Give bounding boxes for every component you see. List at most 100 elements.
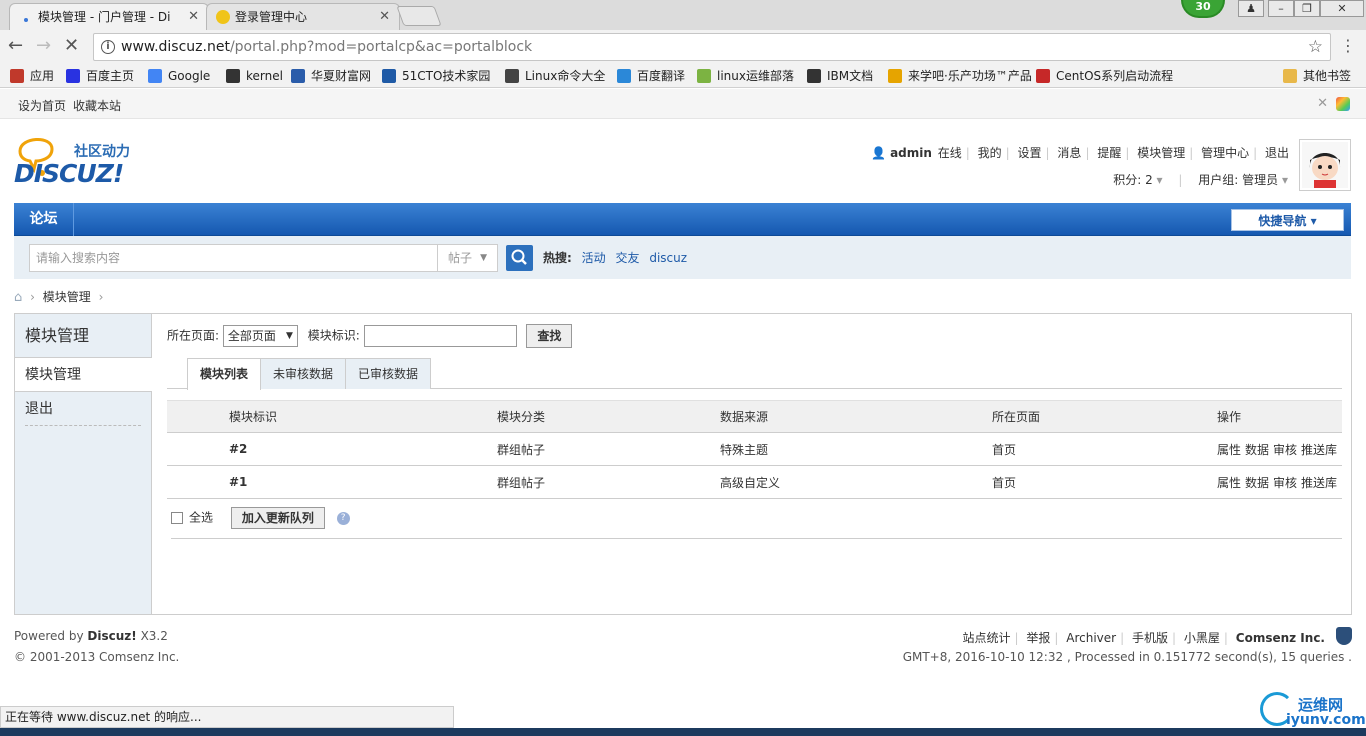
report-link[interactable]: 举报 xyxy=(1026,631,1050,645)
mobile-link[interactable]: 手机版 xyxy=(1132,631,1168,645)
close-window-icon[interactable]: ✕ xyxy=(1320,0,1364,17)
push-library-link[interactable]: 推送库 xyxy=(1301,476,1337,490)
block-manage-link[interactable]: 模块管理 xyxy=(1137,146,1185,160)
collapse-icon[interactable]: ✕ xyxy=(1317,96,1328,111)
bookmark-item[interactable]: 华夏财富网 xyxy=(291,68,371,84)
bookmark-item[interactable]: IBM文档 xyxy=(807,68,873,84)
discuz-favicon-icon xyxy=(216,10,230,24)
search-input[interactable]: 请输入搜索内容 xyxy=(29,244,438,272)
user-icon: 👤 xyxy=(871,146,887,160)
block-id-input[interactable] xyxy=(363,325,517,347)
site-info-icon[interactable]: i xyxy=(101,40,115,54)
bookmark-star-icon[interactable]: ☆ xyxy=(1308,34,1323,60)
sidebar-item-block-manage[interactable]: 模块管理 xyxy=(15,358,152,392)
points-dropdown[interactable]: 积分: 2 xyxy=(1113,173,1153,187)
browser-tab-inactive[interactable]: 登录管理中心 ✕ xyxy=(206,3,400,30)
menu-icon[interactable]: ⋮ xyxy=(1340,36,1356,56)
page-select[interactable]: 全部页面 xyxy=(222,325,298,347)
search-button[interactable] xyxy=(506,245,533,271)
review-link[interactable]: 审核 xyxy=(1273,443,1297,457)
search-bar: 请输入搜索内容 帖子 ▼ 热搜: 活动 交友 discuz xyxy=(14,236,1351,279)
bookmark-item[interactable]: 应用 xyxy=(10,68,54,84)
properties-link[interactable]: 属性 xyxy=(1217,476,1241,490)
tab-block-list[interactable]: 模块列表 xyxy=(187,358,262,390)
bookmark-item[interactable]: 百度翻译 xyxy=(617,68,685,84)
caret-down-icon: ▼ xyxy=(480,253,487,263)
folder-icon xyxy=(1283,69,1297,83)
browser-tab-active[interactable]: 模块管理 - 门户管理 - Di ✕ xyxy=(9,3,209,30)
admin-center-link[interactable]: 管理中心 xyxy=(1201,146,1249,160)
block-id: #2 xyxy=(229,432,497,466)
help-icon[interactable]: ? xyxy=(336,511,350,525)
new-tab-button[interactable] xyxy=(396,6,442,26)
avatar[interactable] xyxy=(1299,139,1351,191)
review-link[interactable]: 审核 xyxy=(1273,476,1297,490)
properties-link[interactable]: 属性 xyxy=(1217,443,1241,457)
back-arrow-icon[interactable]: ← xyxy=(8,36,23,56)
set-home-link[interactable]: 设为首页 xyxy=(18,97,66,114)
bookmark-item[interactable]: 百度主页 xyxy=(66,68,134,84)
select-all-label: 全选 xyxy=(189,510,214,525)
tab-reviewed[interactable]: 已审核数据 xyxy=(345,358,432,389)
site-topbar: 设为首页 收藏本站 ✕ xyxy=(0,89,1366,119)
profile-icon[interactable]: ♟ xyxy=(1238,0,1264,17)
logo-wordmark: DISCUZ! xyxy=(14,159,124,188)
sidebar-item-logout[interactable]: 退出 xyxy=(25,392,141,426)
bookmark-item[interactable]: kernel xyxy=(226,68,283,84)
logout-link[interactable]: 退出 xyxy=(1265,146,1289,160)
stop-loading-icon[interactable]: ✕ xyxy=(64,36,79,56)
data-link[interactable]: 数据 xyxy=(1245,476,1269,490)
bookmark-site-link[interactable]: 收藏本站 xyxy=(73,97,121,114)
security-shield-icon[interactable] xyxy=(1336,627,1352,645)
style-switch-icon[interactable] xyxy=(1336,97,1350,111)
username-link[interactable]: admin xyxy=(890,146,932,160)
bookmark-label: 华夏财富网 xyxy=(311,69,372,83)
breadcrumb-current[interactable]: 模块管理 xyxy=(43,290,91,304)
browser-toolbar: ← → ✕ i www.discuz.net/portal.php?mod=po… xyxy=(0,30,1366,64)
site-header: 社区动力 DISCUZ! 👤 admin 在线 | 我的 | 设置 | 消息 | 提醒 | … xyxy=(0,119,1366,203)
bookmark-item[interactable]: linux运维部落 xyxy=(697,68,794,84)
bookmark-item[interactable]: 来学吧·乐产功场™产品 xyxy=(888,68,1032,84)
usergroup-dropdown[interactable]: 用户组: 管理员 xyxy=(1198,173,1278,187)
search-type-select[interactable]: 帖子 ▼ xyxy=(437,244,498,272)
notification-badge[interactable]: 30 xyxy=(1181,0,1225,18)
tab-unreviewed[interactable]: 未审核数据 xyxy=(260,358,347,389)
apps-grid-icon xyxy=(10,69,24,83)
nav-forum[interactable]: 论坛 xyxy=(14,203,74,236)
select-all-checkbox[interactable] xyxy=(171,512,183,524)
company-link[interactable]: Comsenz Inc. xyxy=(1236,631,1325,645)
add-to-queue-button[interactable]: 加入更新队列 xyxy=(230,507,325,529)
blacklist-link[interactable]: 小黑屋 xyxy=(1184,631,1220,645)
bookmark-item[interactable]: Linux命令大全 xyxy=(505,68,605,84)
my-menu[interactable]: 我的 xyxy=(978,146,1002,160)
quick-nav-button[interactable]: 快捷导航 ▾ xyxy=(1231,209,1344,231)
archiver-link[interactable]: Archiver xyxy=(1066,631,1116,645)
bookmark-item[interactable]: Google xyxy=(148,68,210,84)
address-bar[interactable]: i www.discuz.net/portal.php?mod=portalcp… xyxy=(93,33,1331,61)
other-bookmarks-folder[interactable]: 其他书签 xyxy=(1283,68,1351,84)
bookmark-item[interactable]: 51CTO技术家园 xyxy=(382,68,490,84)
hot-search-link[interactable]: 交友 xyxy=(615,251,639,265)
col-header: 模块标识 xyxy=(229,400,497,433)
home-icon[interactable]: ⌂ xyxy=(14,290,22,305)
restore-icon[interactable]: ❐ xyxy=(1294,0,1320,17)
minimize-icon[interactable]: – xyxy=(1268,0,1294,17)
push-library-link[interactable]: 推送库 xyxy=(1301,443,1337,457)
forward-arrow-icon[interactable]: → xyxy=(36,36,51,56)
data-link[interactable]: 数据 xyxy=(1245,443,1269,457)
find-button[interactable]: 查找 xyxy=(526,324,573,348)
messages-link[interactable]: 消息 xyxy=(1057,146,1081,160)
table-header-row: 模块标识 模块分类 数据来源 所在页面 操作 xyxy=(167,400,1342,433)
settings-link[interactable]: 设置 xyxy=(1018,146,1042,160)
close-tab-icon[interactable]: ✕ xyxy=(379,4,390,30)
product-link[interactable]: Discuz! xyxy=(87,629,136,643)
close-tab-icon[interactable]: ✕ xyxy=(188,4,199,30)
block-id: #1 xyxy=(229,465,497,499)
bookmark-item[interactable]: CentOS系列启动流程 xyxy=(1036,68,1173,84)
notifications-link[interactable]: 提醒 xyxy=(1097,146,1121,160)
stats-link[interactable]: 站点统计 xyxy=(962,631,1010,645)
hot-search-link[interactable]: discuz xyxy=(649,251,687,265)
discuz-logo[interactable]: 社区动力 DISCUZ! xyxy=(14,129,154,197)
hot-search-link[interactable]: 活动 xyxy=(582,251,606,265)
online-status[interactable]: 在线 xyxy=(938,146,962,160)
